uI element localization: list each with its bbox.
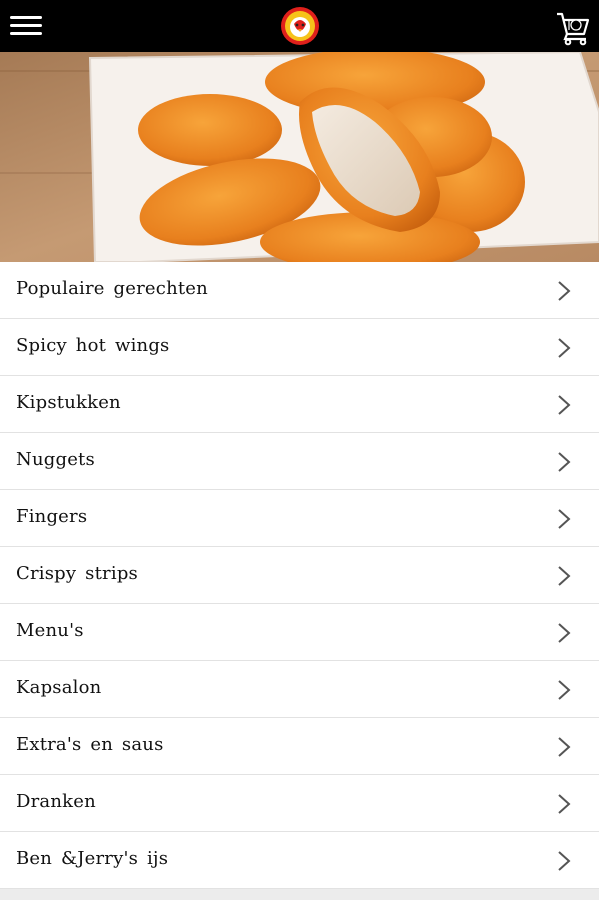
list-item-label: Ben &Jerry's ijs [16,848,169,869]
chevron-right-icon [558,395,571,415]
list-item-label: Extra's en saus [16,734,164,755]
list-item-label: Crispy strips [16,563,138,584]
list-item-label: Kapsalon [16,677,102,698]
chevron-right-icon [558,623,571,643]
list-item[interactable]: Fingers [0,490,599,547]
list-item[interactable]: Crispy strips [0,547,599,604]
list-item[interactable]: Nuggets [0,433,599,490]
chevron-right-icon [558,452,571,472]
category-list: Populaire gerechten Spicy hot wings Kips… [0,262,599,889]
chevron-right-icon [558,680,571,700]
chicken-nuggets-photo [0,52,599,262]
chevron-right-icon [558,851,571,871]
list-item[interactable]: Kapsalon [0,661,599,718]
chevron-right-icon [558,509,571,529]
hamburger-menu-icon[interactable] [10,14,44,38]
list-item-label: Menu's [16,620,84,641]
list-item[interactable]: Ben &Jerry's ijs [0,832,599,889]
chevron-right-icon [558,281,571,301]
list-item-label: Populaire gerechten [16,278,208,299]
list-item-label: Fingers [16,506,88,527]
shopping-cart-icon[interactable] [555,8,591,46]
top-bar [0,0,599,52]
list-item[interactable]: Spicy hot wings [0,319,599,376]
list-item-label: Spicy hot wings [16,335,170,356]
list-item-label: Dranken [16,791,96,812]
list-item-label: Nuggets [16,449,95,470]
chevron-right-icon [558,737,571,757]
list-item[interactable]: Populaire gerechten [0,262,599,319]
chevron-right-icon [558,338,571,358]
chevron-right-icon [558,566,571,586]
list-item[interactable]: Menu's [0,604,599,661]
chicken-logo[interactable] [280,6,320,46]
list-item[interactable]: Extra's en saus [0,718,599,775]
list-item[interactable]: Dranken [0,775,599,832]
hero-image [0,52,599,262]
list-item-label: Kipstukken [16,392,121,413]
list-item[interactable]: Kipstukken [0,376,599,433]
chevron-right-icon [558,794,571,814]
